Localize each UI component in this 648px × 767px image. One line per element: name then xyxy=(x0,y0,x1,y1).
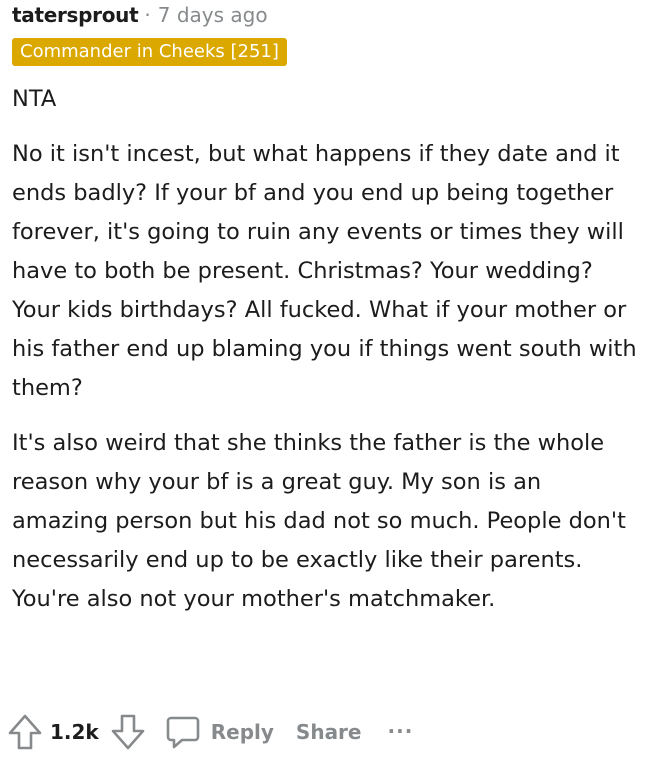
meta-separator: · xyxy=(144,3,151,27)
share-button[interactable]: Share xyxy=(296,720,362,744)
reply-button[interactable]: Reply xyxy=(165,714,274,750)
speech-bubble-icon xyxy=(166,716,200,749)
vote-count: 1.2k xyxy=(50,720,99,744)
upvote-button[interactable] xyxy=(8,714,42,750)
more-options-button[interactable]: ... xyxy=(388,714,414,738)
comment-paragraph: It's also weird that she thinks the fath… xyxy=(12,430,626,612)
comment-paragraph: No it isn't incest, but what happens if … xyxy=(12,141,637,401)
arrow-down-icon xyxy=(111,714,145,750)
arrow-up-icon xyxy=(8,714,42,750)
user-flair: Commander in Cheeks [251] xyxy=(12,38,287,66)
comment-paragraph: NTA xyxy=(12,86,57,112)
reply-label: Reply xyxy=(210,720,274,744)
timestamp[interactable]: 7 days ago xyxy=(158,3,268,27)
comment-actions: 1.2k Reply Share ... xyxy=(8,710,413,754)
comment: tatersprout · 7 days ago Commander in Ch… xyxy=(12,0,640,619)
downvote-button[interactable] xyxy=(111,714,145,750)
comment-body: NTA No it isn't incest, but what happens… xyxy=(12,80,640,619)
username-link[interactable]: tatersprout xyxy=(12,3,139,27)
comment-meta: tatersprout · 7 days ago xyxy=(12,0,640,30)
